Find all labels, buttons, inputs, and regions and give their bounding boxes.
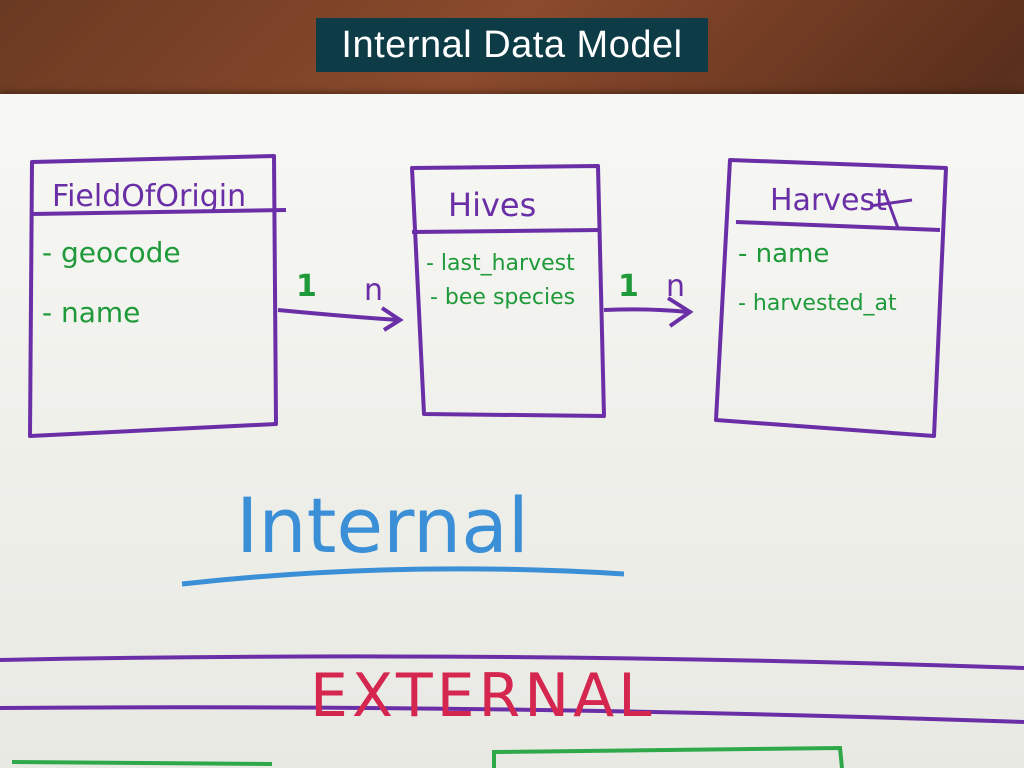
entity-title: Hives — [448, 186, 536, 224]
entity-attribute: - last_harvest — [426, 251, 575, 276]
external-section: EXTERNAL — [0, 654, 1024, 768]
hand-drawn-diagram: FieldOfOrigin - geocode - name Hives - l… — [0, 154, 1024, 768]
entity-field-of-origin: FieldOfOrigin - geocode - name — [28, 154, 287, 438]
internal-label: Internal — [236, 481, 529, 570]
internal-section: Internal — [181, 481, 625, 587]
entity-attribute: - name — [42, 296, 140, 329]
entity-attribute: - bee species — [430, 285, 575, 310]
entity-attribute: - name — [738, 239, 829, 269]
entity-title: Harvest — [770, 183, 887, 218]
entity-attribute: - harvested_at — [738, 291, 897, 316]
entity-harvest: Harvest - name - harvested_at — [714, 158, 948, 438]
entity-attribute: - geocode — [42, 236, 181, 269]
cardinality-label: 1 — [618, 269, 639, 304]
external-label: EXTERNAL — [310, 661, 656, 731]
entity-hives: Hives - last_harvest - bee species — [410, 164, 606, 418]
entity-title: FieldOfOrigin — [52, 179, 246, 214]
relationship-arrow: 1 n — [277, 269, 404, 332]
cardinality-label: 1 — [296, 269, 317, 304]
relationship-arrow: 1 n — [603, 269, 694, 328]
cardinality-label: n — [666, 269, 685, 304]
cardinality-label: n — [364, 273, 383, 308]
